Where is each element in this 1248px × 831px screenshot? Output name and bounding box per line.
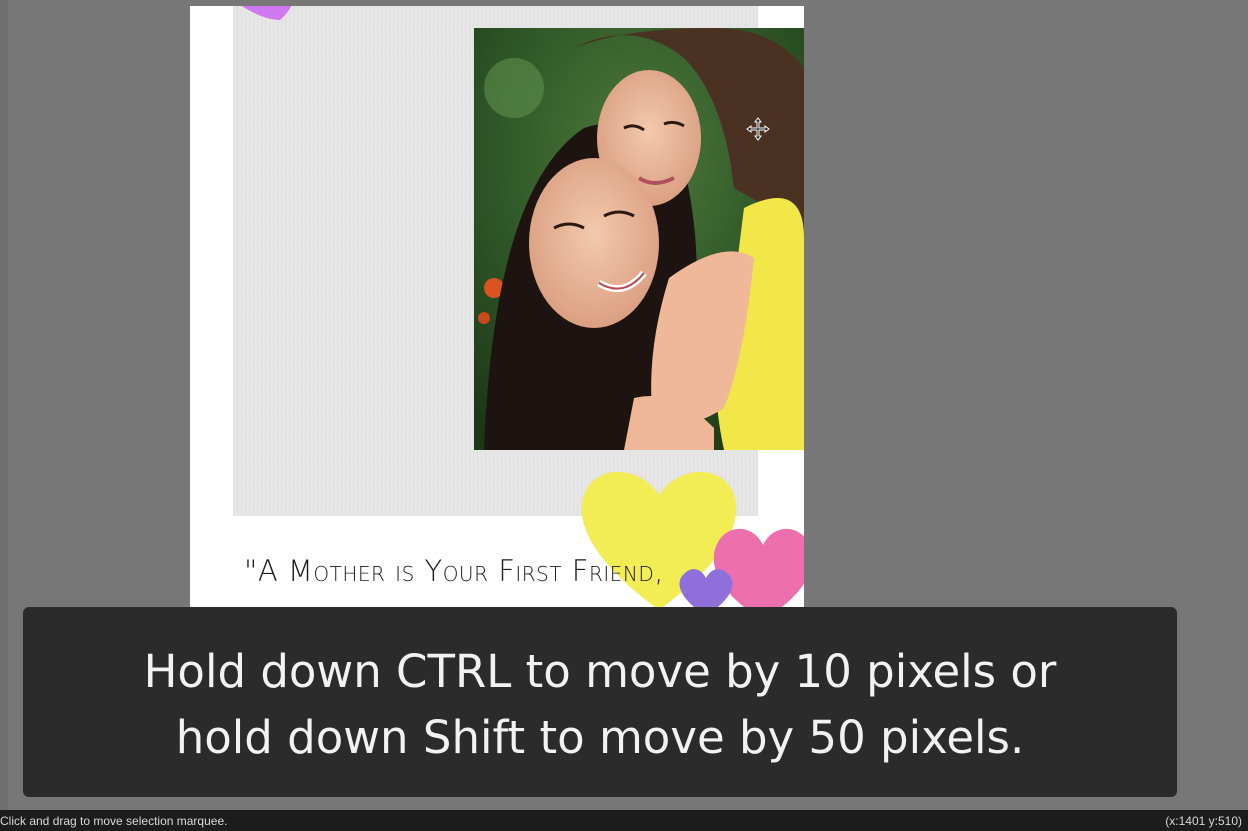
document-page[interactable]: "A Mother is Your First Friend, xyxy=(190,6,804,610)
caption-line-1: Hold down CTRL to move by 10 pixels or xyxy=(143,645,1057,698)
quote-text[interactable]: "A Mother is Your First Friend, xyxy=(244,554,664,588)
caption-line-2: hold down Shift to move by 50 pixels. xyxy=(175,711,1025,764)
canvas-workspace[interactable]: "A Mother is Your First Friend, Hold dow… xyxy=(0,0,1248,810)
status-bar: Click and drag to move selection marquee… xyxy=(0,810,1248,831)
cursor-coordinates: (x:1401 y:510) xyxy=(1165,814,1242,828)
workspace-edge xyxy=(0,0,8,810)
purple-heart-decoration xyxy=(679,569,733,610)
mother-daughter-photo[interactable] xyxy=(474,28,804,450)
status-hint: Click and drag to move selection marquee… xyxy=(0,814,228,828)
tutorial-caption: Hold down CTRL to move by 10 pixels or h… xyxy=(23,607,1177,797)
violet-heart-decoration xyxy=(241,6,292,20)
move-cursor-icon xyxy=(746,117,770,141)
